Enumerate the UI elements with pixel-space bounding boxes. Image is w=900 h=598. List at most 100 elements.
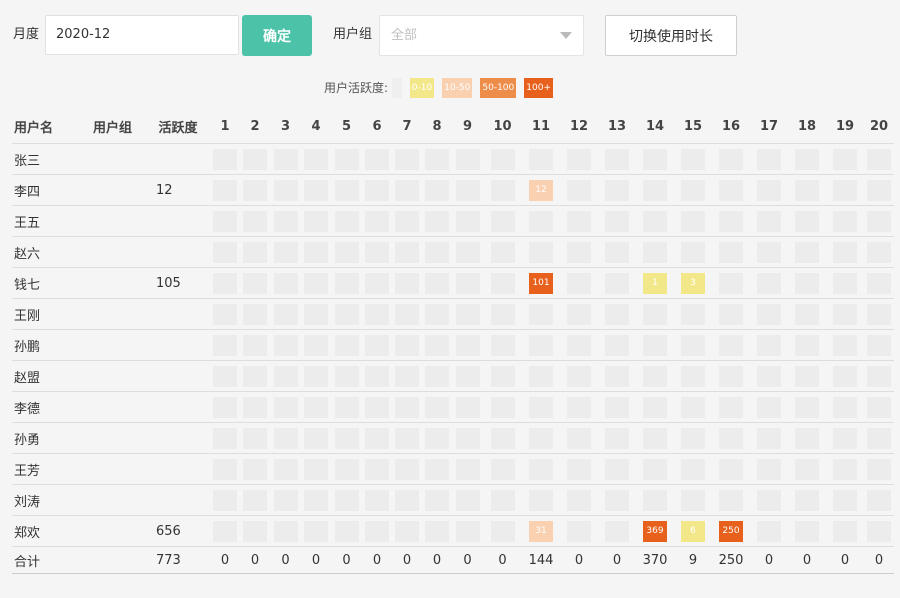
- activity-square[interactable]: [795, 489, 819, 511]
- activity-square[interactable]: 250: [719, 520, 743, 542]
- activity-square[interactable]: [643, 396, 667, 418]
- activity-square[interactable]: [365, 396, 389, 418]
- activity-square[interactable]: [719, 210, 743, 232]
- activity-square[interactable]: [643, 179, 667, 201]
- activity-square[interactable]: [529, 427, 553, 449]
- activity-square[interactable]: [867, 210, 891, 232]
- activity-square[interactable]: [867, 148, 891, 170]
- activity-square[interactable]: [833, 272, 857, 294]
- activity-square[interactable]: [681, 241, 705, 263]
- activity-square[interactable]: [213, 272, 237, 294]
- activity-square[interactable]: [757, 241, 781, 263]
- activity-square[interactable]: [605, 179, 629, 201]
- activity-square[interactable]: [213, 365, 237, 387]
- activity-square[interactable]: [213, 179, 237, 201]
- activity-square[interactable]: [795, 458, 819, 480]
- activity-square[interactable]: [425, 210, 449, 232]
- activity-square[interactable]: [395, 334, 419, 356]
- activity-square[interactable]: [490, 396, 515, 418]
- activity-square[interactable]: [757, 365, 781, 387]
- activity-square[interactable]: [795, 241, 819, 263]
- activity-square[interactable]: [395, 396, 419, 418]
- activity-square[interactable]: [490, 458, 515, 480]
- activity-square[interactable]: [243, 396, 267, 418]
- activity-square[interactable]: [455, 427, 480, 449]
- activity-square[interactable]: [273, 272, 298, 294]
- activity-square[interactable]: [605, 241, 629, 263]
- activity-square[interactable]: [365, 148, 389, 170]
- activity-square[interactable]: [455, 334, 480, 356]
- activity-square[interactable]: [365, 520, 389, 542]
- activity-square[interactable]: [795, 179, 819, 201]
- activity-square[interactable]: [867, 489, 891, 511]
- activity-square[interactable]: [425, 241, 449, 263]
- activity-square[interactable]: [213, 148, 237, 170]
- activity-square[interactable]: [334, 241, 359, 263]
- activity-square[interactable]: [213, 303, 237, 325]
- activity-square[interactable]: [243, 365, 267, 387]
- activity-square[interactable]: [243, 427, 267, 449]
- activity-square[interactable]: [567, 427, 591, 449]
- activity-square[interactable]: [243, 241, 267, 263]
- activity-square[interactable]: [867, 334, 891, 356]
- activity-square[interactable]: [425, 520, 449, 542]
- activity-square[interactable]: [490, 148, 515, 170]
- activity-square[interactable]: [243, 520, 267, 542]
- activity-square[interactable]: [213, 241, 237, 263]
- activity-square[interactable]: [719, 365, 743, 387]
- activity-square[interactable]: [490, 272, 515, 294]
- activity-square[interactable]: [719, 489, 743, 511]
- activity-square[interactable]: [529, 241, 553, 263]
- activity-square[interactable]: [757, 396, 781, 418]
- activity-square[interactable]: [681, 303, 705, 325]
- activity-square[interactable]: [529, 210, 553, 232]
- activity-square[interactable]: [425, 334, 449, 356]
- activity-square[interactable]: [365, 427, 389, 449]
- activity-square[interactable]: [643, 241, 667, 263]
- activity-square[interactable]: [833, 365, 857, 387]
- activity-square[interactable]: [273, 241, 298, 263]
- activity-square[interactable]: [867, 272, 891, 294]
- activity-square[interactable]: [304, 489, 328, 511]
- activity-square[interactable]: [605, 365, 629, 387]
- activity-square[interactable]: [795, 148, 819, 170]
- activity-square[interactable]: [304, 303, 328, 325]
- activity-square[interactable]: [243, 179, 267, 201]
- activity-square[interactable]: [273, 210, 298, 232]
- activity-square[interactable]: [833, 179, 857, 201]
- activity-square[interactable]: [719, 272, 743, 294]
- activity-square[interactable]: [605, 520, 629, 542]
- activity-square[interactable]: [867, 241, 891, 263]
- activity-square[interactable]: [425, 427, 449, 449]
- activity-square[interactable]: [833, 520, 857, 542]
- activity-square[interactable]: [365, 458, 389, 480]
- activity-square[interactable]: [273, 427, 298, 449]
- activity-square[interactable]: [719, 241, 743, 263]
- activity-square[interactable]: [867, 396, 891, 418]
- activity-square[interactable]: [833, 458, 857, 480]
- activity-square[interactable]: [365, 210, 389, 232]
- activity-square[interactable]: [795, 427, 819, 449]
- activity-square[interactable]: [304, 334, 328, 356]
- activity-square[interactable]: [243, 458, 267, 480]
- activity-square[interactable]: [605, 148, 629, 170]
- activity-square[interactable]: [304, 272, 328, 294]
- activity-square[interactable]: [867, 520, 891, 542]
- activity-square[interactable]: [567, 396, 591, 418]
- activity-square[interactable]: [795, 272, 819, 294]
- activity-square[interactable]: [757, 148, 781, 170]
- activity-square[interactable]: [567, 458, 591, 480]
- activity-square[interactable]: [425, 489, 449, 511]
- activity-square[interactable]: [757, 458, 781, 480]
- activity-square[interactable]: [833, 489, 857, 511]
- activity-square[interactable]: [643, 427, 667, 449]
- activity-square[interactable]: [334, 458, 359, 480]
- activity-square[interactable]: [304, 179, 328, 201]
- activity-square[interactable]: [425, 303, 449, 325]
- activity-square[interactable]: [867, 303, 891, 325]
- activity-square[interactable]: [455, 179, 480, 201]
- activity-square[interactable]: [490, 210, 515, 232]
- activity-square[interactable]: [304, 520, 328, 542]
- activity-square[interactable]: [529, 365, 553, 387]
- activity-square[interactable]: [365, 365, 389, 387]
